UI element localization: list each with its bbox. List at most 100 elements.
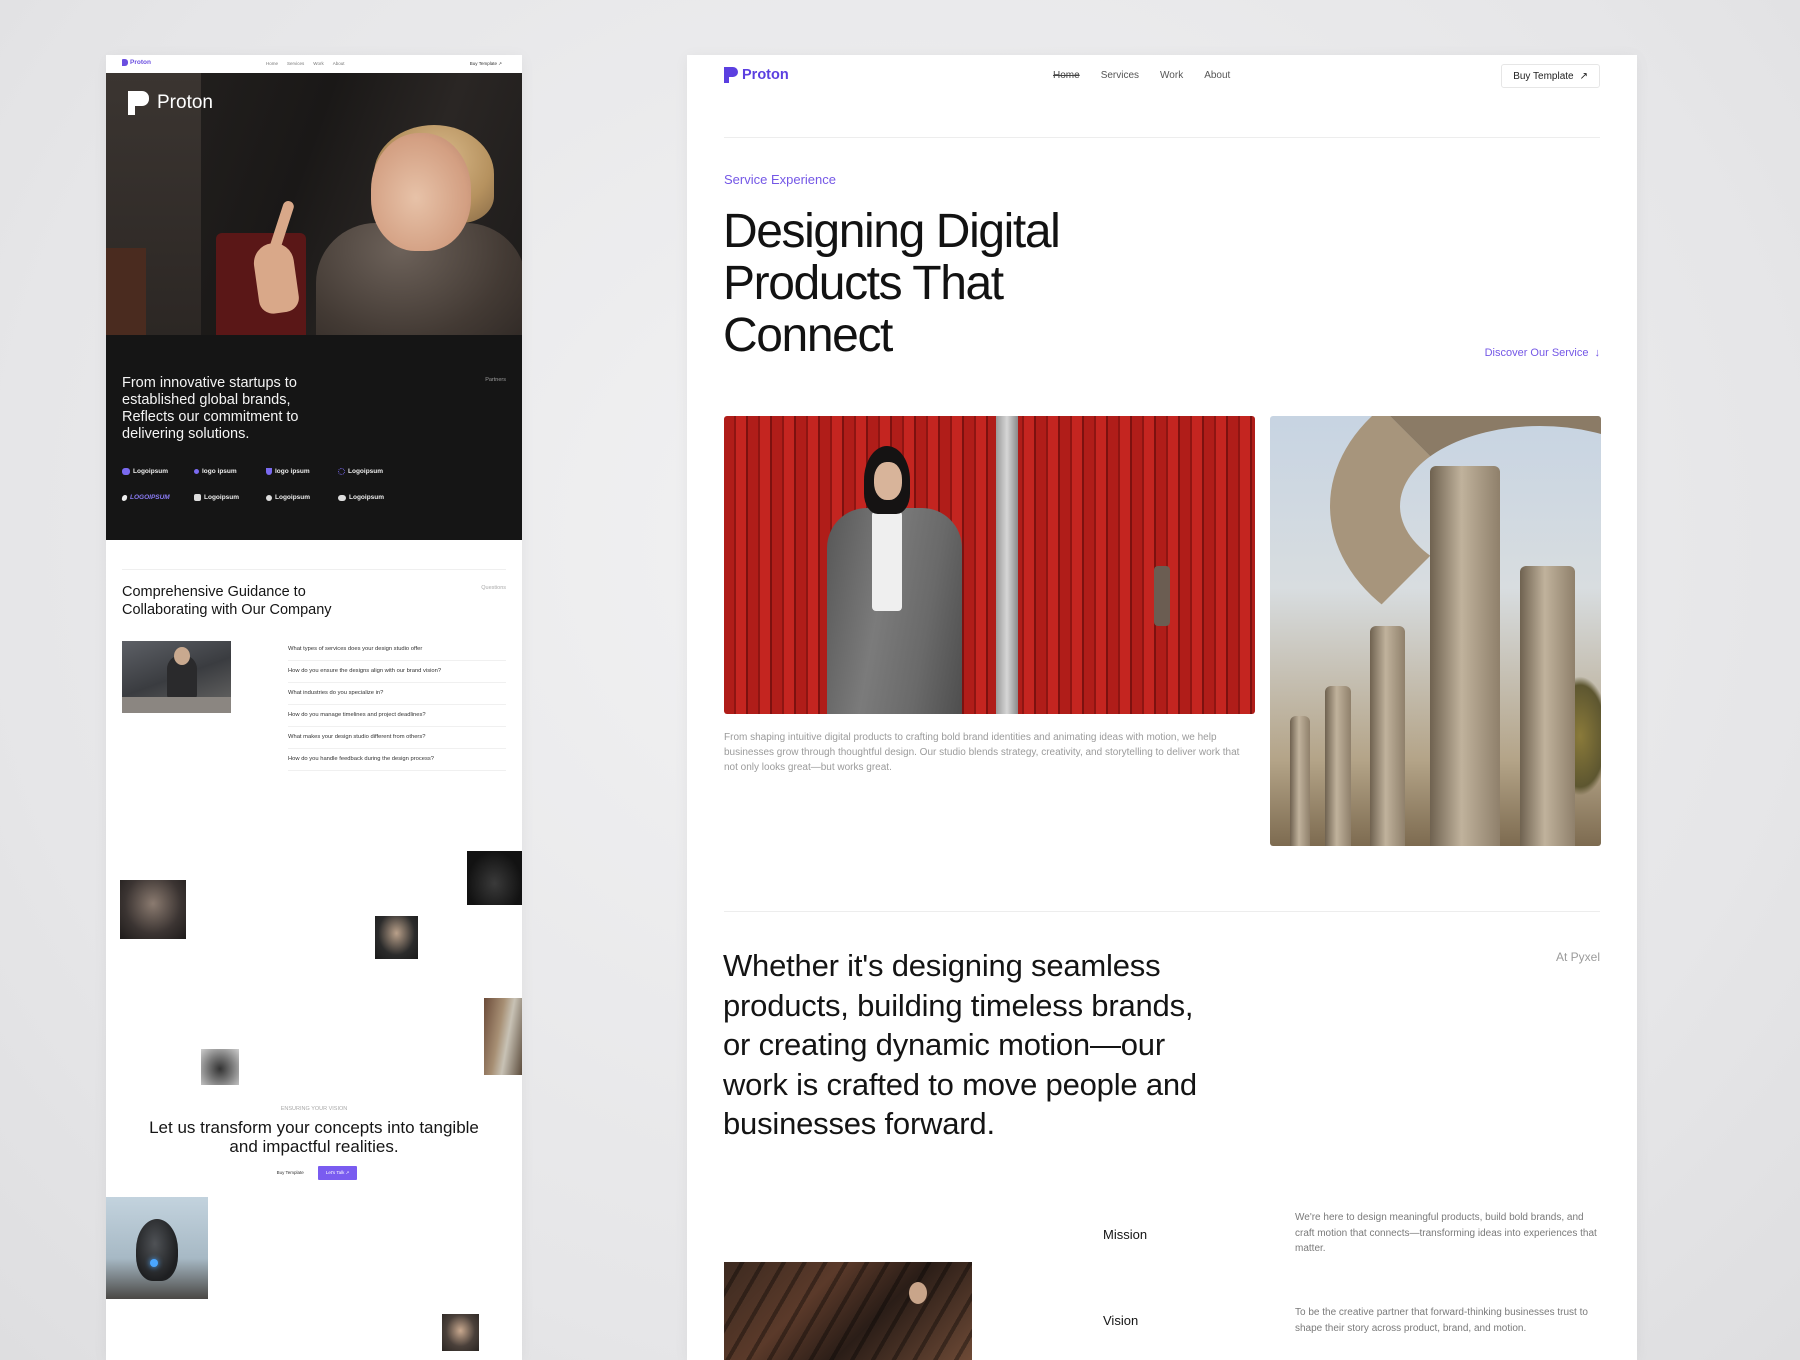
colonnade-column	[1430, 466, 1500, 846]
logo-mark-icon	[122, 468, 130, 475]
faq-item[interactable]: How do you handle feedback during the de…	[288, 749, 506, 771]
proton-logo-icon	[128, 91, 149, 115]
left-hero-image: Proton	[106, 73, 522, 335]
cta-eyebrow: ENSURING YOUR VISION	[280, 1106, 348, 1112]
woman-face	[874, 462, 902, 500]
cta-title: Let us transform your concepts into tang…	[149, 1118, 479, 1156]
right-page-panel: Proton Home Services Work About Buy Temp…	[687, 55, 1637, 1360]
site-logo[interactable]: Proton	[724, 67, 789, 83]
faq-image-table	[122, 697, 231, 713]
left-nav-services[interactable]: Services	[287, 61, 304, 66]
left-preview-navbar: Proton Home Services Work About Buy Temp…	[106, 55, 522, 73]
buy-template-button[interactable]: Buy Template ↗	[1501, 64, 1600, 88]
partner-logo-label: Logoipsum	[348, 468, 384, 475]
faq-item[interactable]: What types of services does your design …	[288, 639, 506, 661]
buy-template-label: Buy Template	[1513, 70, 1574, 82]
colonnade-column	[1520, 566, 1575, 846]
wall-seam	[996, 416, 1018, 714]
hero-title: Designing Digital Products That Connect	[723, 205, 1061, 362]
arrow-up-right-icon: ↗	[498, 61, 502, 66]
mission-image	[724, 1262, 972, 1360]
left-preview-logo[interactable]: Proton	[122, 59, 151, 66]
left-hero-brand: Proton	[128, 91, 213, 115]
mission-image-person	[909, 1282, 927, 1304]
divider	[122, 569, 506, 570]
faq-title: Comprehensive Guidance to Collaborating …	[122, 584, 332, 618]
hero-person-face	[371, 133, 471, 251]
woman-shirt	[872, 511, 902, 611]
proton-logo-icon	[724, 67, 738, 83]
partner-logo-label: logo ipsum	[202, 468, 237, 475]
cta-buy-template-button[interactable]: Buy Template	[271, 1166, 310, 1180]
proton-logo-icon	[122, 59, 128, 66]
logo-mark-icon	[338, 494, 346, 501]
mission-text: We're here to design meaningful products…	[1295, 1212, 1597, 1254]
colonnade-column	[1290, 716, 1310, 846]
hero-chair-left	[106, 248, 146, 335]
cta-lets-talk-button[interactable]: Let's Talk ↗	[317, 1166, 358, 1180]
partner-logo: logo ipsum	[194, 468, 266, 475]
nav-about[interactable]: About	[1204, 70, 1230, 81]
partner-logo: Logoipsum	[122, 468, 194, 475]
gallery-thumbnail	[375, 916, 418, 959]
logo-mark-icon	[338, 468, 345, 475]
discover-service-label: Discover Our Service	[1484, 347, 1589, 359]
discover-service-link[interactable]: Discover Our Service ↓	[1485, 347, 1600, 359]
partner-logo-label: Logoipsum	[275, 494, 311, 501]
site-brand-name: Proton	[742, 67, 789, 83]
hero-image-colonnade	[1270, 416, 1601, 846]
gallery-thumbnail	[106, 1197, 208, 1299]
faq-tag: Questions	[481, 585, 506, 591]
faq-image	[122, 641, 231, 713]
faq-item[interactable]: How do you ensure the designs align with…	[288, 661, 506, 683]
left-nav-work[interactable]: Work	[313, 61, 323, 66]
left-buy-template-button[interactable]: Buy Template ↗	[470, 61, 502, 67]
main-nav: Home Services Work About	[1053, 70, 1230, 81]
wall-latch	[1154, 566, 1170, 626]
logo-mark-icon	[266, 468, 272, 475]
mission-image-stairs	[724, 1262, 972, 1360]
partner-logo-label: LOGOIPSUM	[130, 494, 170, 501]
hero-image-woman-red-wall	[724, 416, 1255, 714]
logo-mark-icon	[194, 469, 199, 474]
faq-item[interactable]: What industries do you specialize in?	[288, 683, 506, 705]
partners-tag: Partners	[485, 377, 506, 383]
partner-logos: Logoipsum logo ipsum logo ipsum Logoipsu…	[121, 468, 412, 501]
faq-item[interactable]: How do you manage timelines and project …	[288, 705, 506, 727]
logo-mark-icon	[194, 494, 201, 501]
vision-text: To be the creative partner that forward-…	[1295, 1307, 1588, 1334]
left-preview-brand: Proton	[130, 59, 151, 66]
nav-home[interactable]: Home	[1053, 70, 1080, 81]
gallery-thumbnail	[120, 880, 186, 939]
colonnade-column	[1370, 626, 1405, 846]
faq-image-head	[174, 647, 190, 665]
nav-work[interactable]: Work	[1160, 70, 1183, 81]
divider	[724, 911, 1600, 912]
partner-logo-label: Logoipsum	[349, 494, 385, 501]
logo-mark-icon	[121, 494, 128, 501]
nav-services[interactable]: Services	[1101, 70, 1139, 81]
robot-eye	[150, 1259, 158, 1267]
faq-item[interactable]: What makes your design studio different …	[288, 727, 506, 749]
partner-logo: logo ipsum	[266, 468, 338, 475]
vision-label: Vision	[1103, 1313, 1139, 1328]
hero-eyebrow: Service Experience	[724, 172, 836, 187]
partner-logo-label: Logoipsum	[133, 468, 169, 475]
gallery-thumbnail	[484, 998, 522, 1075]
hero-caption: From shaping intuitive digital products …	[724, 732, 1240, 773]
partner-logo: LOGOIPSUM	[121, 494, 194, 501]
partner-logo: Logoipsum	[338, 468, 410, 475]
partner-logo: Logoipsum	[338, 494, 410, 501]
left-buy-template-label: Buy Template	[469, 61, 497, 66]
faq-list: What types of services does your design …	[288, 639, 506, 771]
left-hero-brand-name: Proton	[157, 92, 213, 113]
partner-logo-label: logo ipsum	[275, 468, 310, 475]
partner-logo: Logoipsum	[194, 494, 266, 501]
left-nav-home[interactable]: Home	[266, 61, 278, 66]
gallery-thumbnail	[467, 851, 522, 905]
mission-label: Mission	[1103, 1227, 1148, 1242]
arrow-up-right-icon: ↗	[1579, 70, 1588, 82]
left-nav-about[interactable]: About	[333, 61, 345, 66]
left-preview-nav-links: Home Services Work About	[266, 61, 344, 66]
colonnade-column	[1325, 686, 1351, 846]
